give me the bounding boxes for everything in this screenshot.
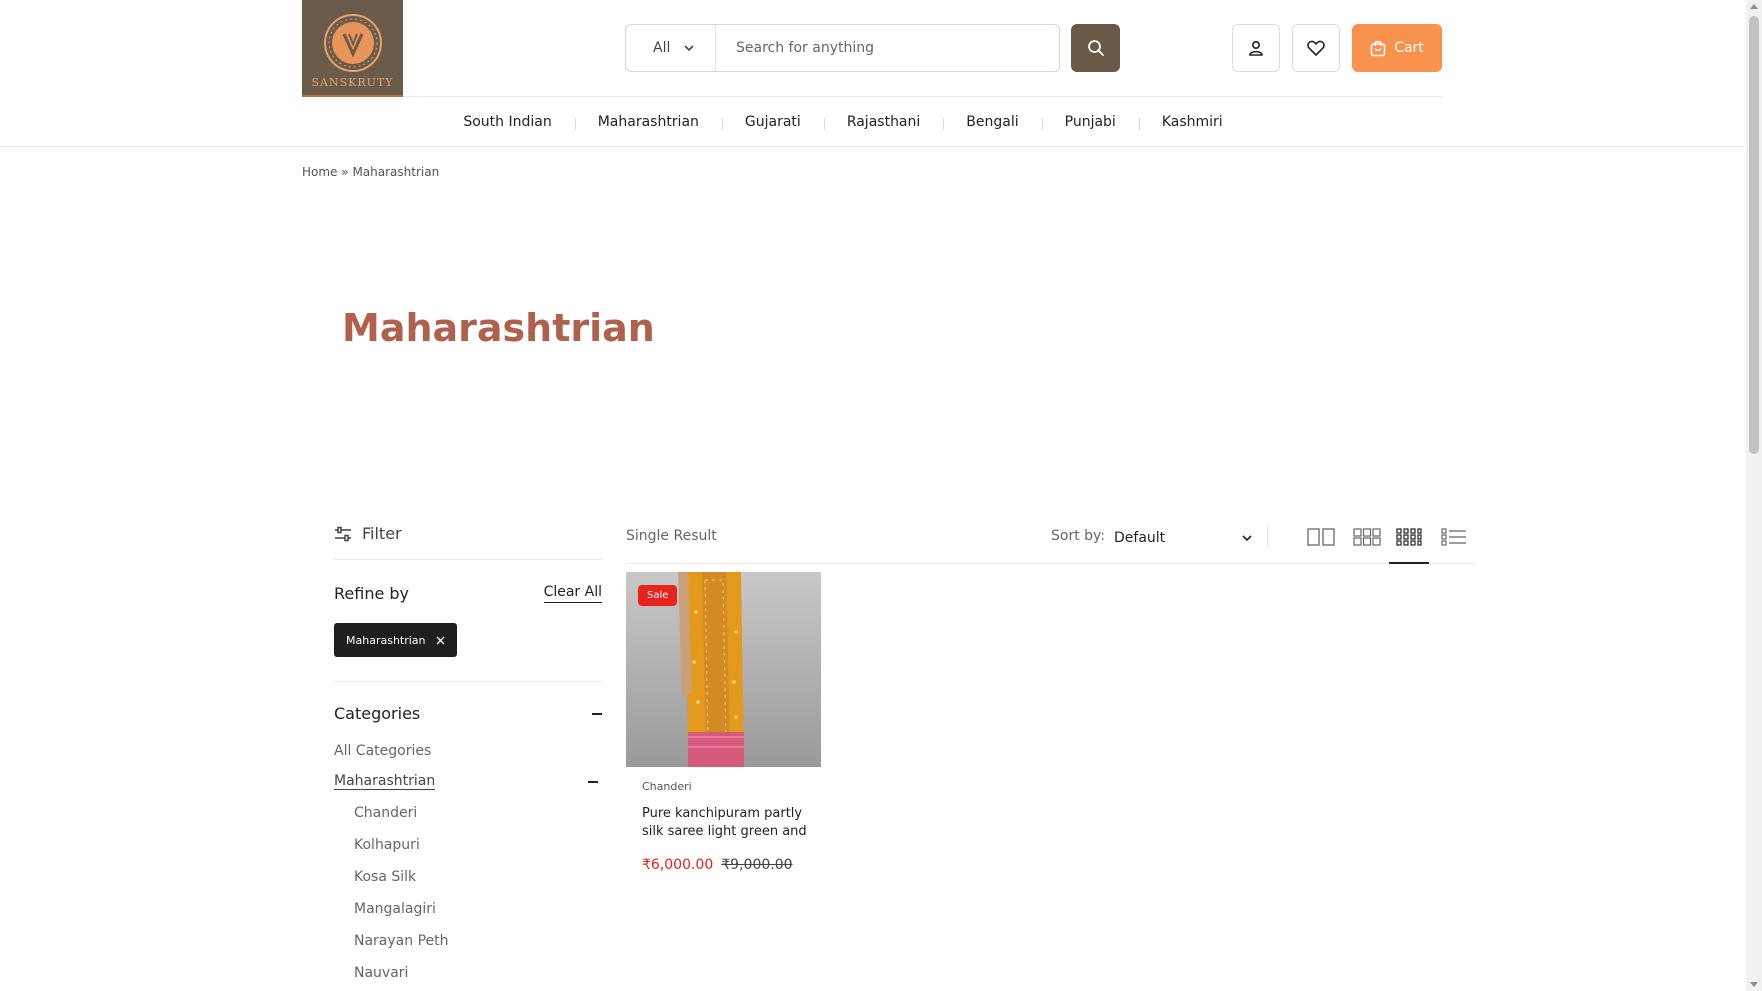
search-category-select[interactable]: All — [626, 25, 716, 71]
search-bar: All — [625, 24, 1060, 72]
search-button[interactable] — [1071, 24, 1120, 72]
view-3-columns-button[interactable] — [1348, 520, 1386, 554]
grid-3-icon — [1353, 528, 1381, 546]
view-4-columns-button[interactable] — [1390, 520, 1428, 554]
grid-4-icon — [1396, 528, 1422, 546]
sort-select[interactable]: Default — [1114, 526, 1252, 550]
filter-label: Filter — [362, 524, 402, 543]
filter-sidebar: Filter Refine by Clear All Maharashtrian… — [334, 520, 602, 982]
product-image[interactable]: Sale — [626, 572, 821, 767]
shopping-bag-icon — [1370, 40, 1386, 57]
product-price: ₹6,000.00 ₹9,000.00 — [626, 857, 821, 873]
category-all-link[interactable]: All Categories — [334, 743, 602, 759]
logo-text: SANSKRUTY — [311, 76, 394, 89]
subcategory-mangalagiri[interactable]: Mangalagiri — [354, 901, 602, 918]
heart-icon — [1307, 40, 1325, 56]
category-current: Maharashtrian — [334, 773, 602, 790]
nav-item-maharashtrian[interactable]: Maharashtrian — [574, 114, 722, 130]
product-card[interactable]: Sale Chanderi Pure kanchipuram partly si… — [626, 572, 821, 873]
cart-label: Cart — [1394, 40, 1424, 56]
refine-header: Refine by Clear All — [334, 584, 602, 603]
chevron-down-icon — [1242, 534, 1252, 541]
subcategory-kosa-silk[interactable]: Kosa Silk — [354, 869, 602, 886]
categories-header[interactable]: Categories — [334, 704, 602, 723]
active-filter-chip[interactable]: Maharashtrian — [334, 623, 457, 657]
site-header: SANSKRUTY All Cart South Indian Maharash… — [0, 0, 1746, 147]
nav-item-south-indian[interactable]: South Indian — [440, 114, 574, 130]
account-button[interactable] — [1232, 24, 1280, 72]
cart-button[interactable]: Cart — [1352, 24, 1442, 72]
breadcrumb-home-link[interactable]: Home — [302, 165, 337, 179]
list-view-icon — [1441, 528, 1466, 546]
minus-icon — [592, 712, 602, 715]
sale-badge: Sale — [638, 585, 678, 606]
category-current-link[interactable]: Maharashtrian — [334, 773, 436, 790]
close-icon — [436, 636, 444, 644]
breadcrumb: Home » Maharashtrian — [302, 165, 439, 179]
product-category[interactable]: Chanderi — [626, 780, 821, 793]
breadcrumb-separator: » — [341, 165, 349, 179]
view-list-button[interactable] — [1435, 520, 1473, 554]
subcategory-chanderi[interactable]: Chanderi — [354, 805, 602, 822]
nav-item-bengali[interactable]: Bengali — [943, 114, 1041, 130]
nav-item-rajasthani[interactable]: Rajasthani — [823, 114, 943, 130]
active-filter-label: Maharashtrian — [346, 633, 426, 647]
categories-title: Categories — [334, 704, 421, 723]
regular-price: ₹9,000.00 — [721, 857, 793, 873]
chevron-down-icon — [684, 44, 694, 51]
product-toolbar: Single Result Sort by: Default — [626, 520, 1474, 564]
filter-toggle[interactable]: Filter — [334, 520, 602, 560]
page-title: Maharashtrian — [342, 306, 655, 350]
user-icon — [1249, 40, 1263, 56]
search-input[interactable] — [716, 25, 1059, 71]
view-2-columns-button[interactable] — [1302, 520, 1340, 554]
clear-all-link[interactable]: Clear All — [543, 584, 602, 603]
divider — [1267, 526, 1268, 548]
subcategory-kolhapuri[interactable]: Kolhapuri — [354, 837, 602, 854]
header-top: SANSKRUTY All Cart — [302, 0, 1442, 97]
scroll-thumb[interactable] — [1749, 16, 1759, 454]
result-count: Single Result — [626, 528, 717, 544]
sort-value: Default — [1114, 530, 1166, 546]
nav-item-kashmiri[interactable]: Kashmiri — [1138, 114, 1246, 130]
main-nav: South Indian Maharashtrian Gujarati Raja… — [0, 98, 1746, 146]
logo-emblem-icon — [323, 14, 382, 72]
brand-logo[interactable]: SANSKRUTY — [302, 0, 403, 97]
search-icon — [1087, 40, 1104, 56]
search-category-label: All — [653, 40, 671, 56]
collapse-icon[interactable] — [588, 780, 598, 783]
scroll-up-arrow-icon[interactable] — [1750, 4, 1758, 9]
active-view-indicator — [1389, 562, 1429, 564]
sort-label: Sort by: — [1051, 528, 1106, 544]
grid-2-icon — [1307, 528, 1335, 546]
product-title[interactable]: Pure kanchipuram partly silk saree light… — [626, 805, 821, 841]
scroll-down-arrow-icon[interactable] — [1750, 982, 1758, 987]
refine-title: Refine by — [334, 584, 410, 603]
wishlist-button[interactable] — [1292, 24, 1340, 72]
sliders-icon — [335, 526, 351, 541]
nav-item-punjabi[interactable]: Punjabi — [1041, 114, 1139, 130]
page-scrollbar[interactable] — [1746, 0, 1762, 991]
subcategory-list: Chanderi Kolhapuri Kosa Silk Mangalagiri… — [354, 805, 602, 982]
breadcrumb-current: Maharashtrian — [352, 165, 440, 179]
subcategory-narayan-peth[interactable]: Narayan Peth — [354, 933, 602, 950]
subcategory-nauvari[interactable]: Nauvari — [354, 965, 602, 982]
sale-price: ₹6,000.00 — [642, 857, 714, 873]
divider — [334, 681, 602, 682]
nav-item-gujarati[interactable]: Gujarati — [721, 114, 824, 130]
